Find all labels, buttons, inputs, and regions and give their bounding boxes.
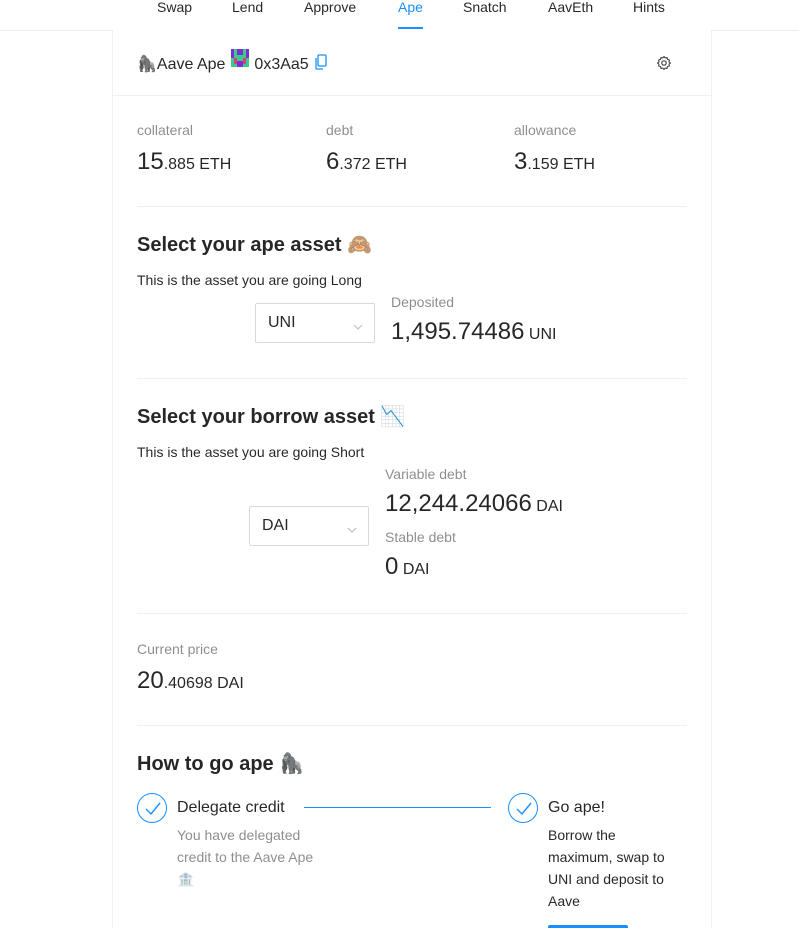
step-connector <box>304 807 491 808</box>
nav-item-aaveth[interactable]: AavEth <box>548 0 593 17</box>
stable-debt-value: 0 DAI <box>385 553 430 580</box>
borrow-asset-heading: Select your borrow asset 📉 <box>137 406 406 428</box>
wallet-address: 0x3Aa5 <box>254 55 309 73</box>
divider <box>137 206 687 207</box>
address-avatar-icon <box>231 49 250 74</box>
allowance-value: 3.159 ETH <box>514 148 595 175</box>
nav-item-snatch[interactable]: Snatch <box>463 0 507 17</box>
card-header: 🦍 Aave Ape 0x3Aa5 <box>113 30 711 96</box>
gorilla-icon: 🦍 <box>137 55 157 73</box>
step-done-check-icon <box>508 793 538 823</box>
step-2-description: Borrow the maximum, swap to UNI and depo… <box>548 827 665 909</box>
current-price-value: 20.40698 DAI <box>137 667 244 694</box>
deposited-value: 1,495.74486 UNI <box>391 318 557 345</box>
nav-active-indicator <box>398 27 423 29</box>
debt-label: debt <box>326 122 354 138</box>
borrow-asset-select[interactable]: DAI <box>249 506 369 546</box>
allowance-label: allowance <box>514 122 577 138</box>
chevron-down-icon <box>347 521 357 533</box>
ape-asset-selected: UNI <box>268 314 296 331</box>
nav-item-lend[interactable]: Lend <box>232 0 263 17</box>
step-2-title: Go ape! <box>548 799 605 816</box>
nav-item-approve[interactable]: Approve <box>304 0 356 17</box>
chevron-down-icon <box>353 318 363 330</box>
step-1-title: Delegate credit <box>177 799 285 816</box>
nav-item-hints[interactable]: Hints <box>633 0 665 17</box>
borrow-asset-selected: DAI <box>262 517 289 534</box>
divider <box>137 725 687 726</box>
step-done-check-icon <box>137 793 167 823</box>
card-title: 🦍 Aave Ape 0x3Aa5 <box>137 49 327 77</box>
settings-gear-icon[interactable] <box>656 55 672 71</box>
deposited-label: Deposited <box>391 294 455 310</box>
current-price-label: Current price <box>137 641 218 657</box>
divider <box>137 378 687 379</box>
nav-item-ape[interactable]: Ape <box>398 0 423 17</box>
copy-icon[interactable] <box>315 54 327 77</box>
collateral-label: collateral <box>137 122 194 138</box>
debt-value: 6.372 ETH <box>326 148 407 175</box>
app-title: Aave Ape <box>156 55 226 73</box>
ape-card: 🦍 Aave Ape 0x3Aa5 collateral 15.885 ETH … <box>112 30 712 928</box>
stable-debt-label: Stable debt <box>385 529 456 545</box>
nav-item-swap[interactable]: Swap <box>157 0 192 17</box>
ape-asset-select[interactable]: UNI <box>255 303 375 343</box>
step-1-description: You have delegated credit to the Aave Ap… <box>177 827 314 887</box>
ape-asset-heading: Select your ape asset 🙈 <box>137 234 373 256</box>
variable-debt-value: 12,244.24066 DAI <box>385 490 563 517</box>
how-to-heading: How to go ape 🦍 <box>137 753 305 775</box>
divider <box>137 613 687 614</box>
top-nav: Swap Lend Approve Ape Snatch AavEth Hint… <box>0 0 799 31</box>
collateral-value: 15.885 ETH <box>137 148 232 175</box>
ape-asset-subtext: This is the asset you are going Long <box>137 272 362 288</box>
borrow-asset-subtext: This is the asset you are going Short <box>137 444 365 460</box>
variable-debt-label: Variable debt <box>385 466 467 482</box>
